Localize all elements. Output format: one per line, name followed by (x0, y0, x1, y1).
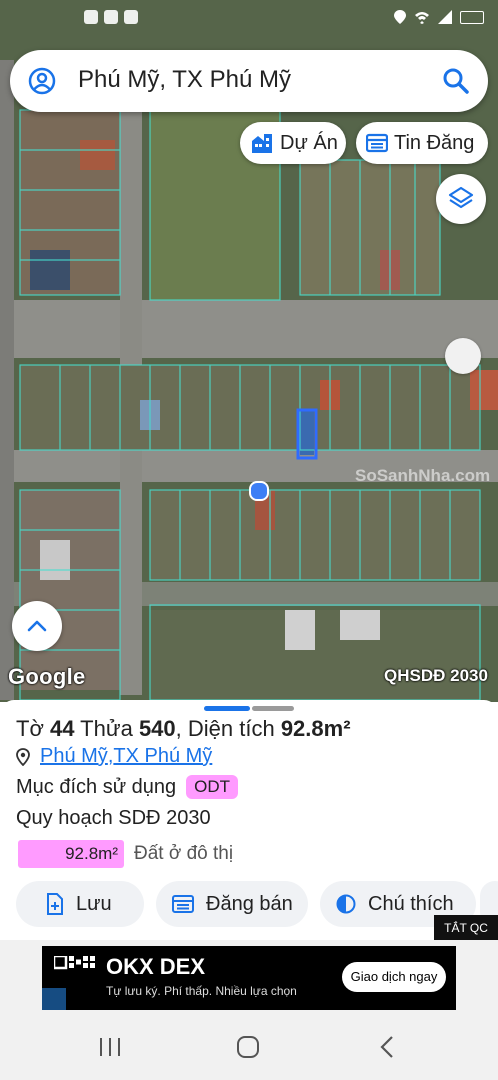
watermark: SoSanhNha.com (355, 466, 491, 485)
plan-layer-label: QHSDĐ 2030 (384, 666, 488, 685)
save-icon (47, 893, 63, 915)
cloud-icon (124, 10, 138, 24)
status-icons-left (84, 10, 138, 24)
address-ward-link[interactable]: Phú Mỹ (40, 745, 108, 768)
wifi-icon (415, 11, 429, 24)
user-icon[interactable] (28, 67, 56, 95)
current-location-marker (249, 481, 269, 501)
legend-label: Chú thích (368, 892, 454, 915)
parcel-info-sheet: Tờ 44 Thửa 540, Diện tích 92.8m² Phú Mỹ,… (0, 700, 498, 940)
plan-area-row: 92.8m² Đất ở đô thị (18, 840, 233, 868)
google-logo: Google (8, 664, 86, 689)
post-sale-button[interactable]: Đăng bán (156, 881, 308, 927)
search-query[interactable]: Phú Mỹ, TX Phú Mỹ (78, 66, 291, 94)
save-label: Lưu (76, 892, 112, 915)
area-value-bar: 92.8m² (18, 840, 124, 868)
location-pin-icon (16, 747, 30, 766)
home-icon[interactable] (236, 1036, 260, 1058)
battery-icon (460, 10, 484, 24)
mail-icon (84, 10, 98, 24)
tin-dang-label: Tin Đăng (394, 131, 475, 154)
building-icon (252, 134, 272, 153)
map-view[interactable]: SoSanhNha.com Phú Mỹ, TX Phú Mỹ Dự Án Ti… (0, 0, 498, 702)
layers-icon (448, 186, 474, 209)
parcel-title: Tờ 44 Thửa 540, Diện tích 92.8m² (16, 716, 351, 741)
expand-up-button[interactable] (12, 601, 62, 651)
ad-banner[interactable]: OKX DEX Tự lưu ký. Phí thấp. Nhiều lựa c… (42, 946, 456, 1010)
status-icons-right (394, 10, 484, 24)
ad-banner-area: OKX DEX Tự lưu ký. Phí thấp. Nhiều lựa c… (0, 940, 498, 1018)
du-an-label: Dự Án (280, 131, 338, 154)
close-ad-button[interactable]: TẮT QC (434, 915, 498, 941)
signal-icon (438, 10, 452, 24)
sheet-handle-active[interactable] (204, 706, 250, 711)
status-bar (0, 0, 498, 40)
legend-icon (336, 894, 356, 914)
save-button[interactable]: Lưu (16, 881, 144, 927)
listing-icon (366, 133, 388, 153)
layers-button[interactable] (436, 174, 486, 224)
system-nav-bar (0, 1018, 498, 1080)
post-sale-icon (172, 895, 194, 913)
search-icon[interactable] (442, 67, 470, 95)
chevron-up-icon (27, 620, 47, 632)
ad-cta-button[interactable]: Giao dịch ngay (342, 962, 446, 992)
ad-subtitle: Tự lưu ký. Phí thấp. Nhiều lựa chọn (106, 984, 297, 998)
plan-title: Quy hoạch SDĐ 2030 (16, 807, 211, 829)
parcel-address: Phú Mỹ, TX Phú Mỹ (16, 745, 212, 768)
ad-title: OKX DEX (106, 954, 206, 979)
tin-dang-chip[interactable]: Tin Đăng (356, 122, 488, 164)
address-town-link[interactable]: TX Phú Mỹ (113, 745, 212, 768)
instagram-icon (104, 10, 118, 24)
land-purpose-row: Mục đích sử dụng ODT (16, 775, 239, 799)
ad-info-icon[interactable] (42, 988, 66, 1010)
purpose-label: Mục đích sử dụng (16, 775, 177, 798)
back-icon[interactable] (378, 1036, 396, 1058)
okx-logo-icon (54, 956, 95, 970)
sheet-handle[interactable] (252, 706, 294, 711)
search-bar[interactable]: Phú Mỹ, TX Phú Mỹ (10, 50, 488, 112)
du-an-chip[interactable]: Dự Án (240, 122, 346, 164)
map-control-dot[interactable] (445, 338, 481, 374)
area-land-type: Đất ở đô thị (134, 843, 234, 864)
post-sale-label: Đăng bán (206, 892, 293, 915)
purpose-code-badge: ODT (186, 775, 239, 799)
recent-apps-icon[interactable] (98, 1036, 122, 1058)
location-icon (394, 10, 406, 24)
